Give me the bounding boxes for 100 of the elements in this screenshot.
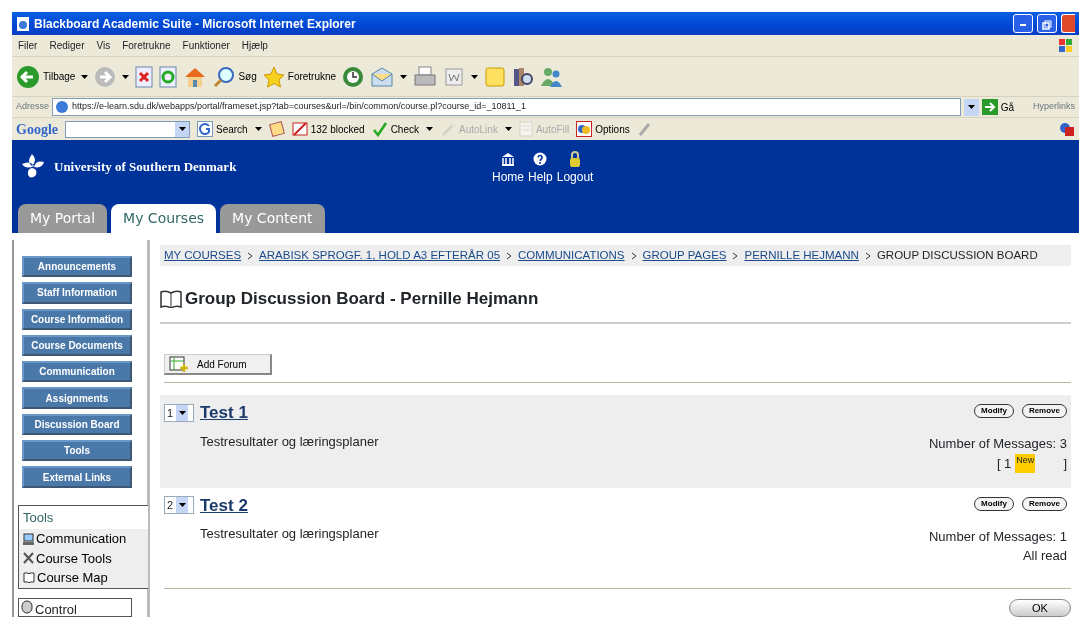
nav-button[interactable]: External Links [22, 466, 132, 488]
refresh-icon [159, 65, 178, 88]
toolbar-button[interactable]: 132 blocked [291, 121, 365, 137]
pen-icon [636, 121, 651, 137]
spell-check-icon [371, 121, 388, 137]
word-document-icon [443, 65, 466, 88]
caret-icon [504, 127, 512, 131]
search-icon [213, 65, 236, 88]
nav-button[interactable]: Assignments [22, 387, 132, 409]
tools-heading: Tools [19, 505, 148, 530]
closing-bracket: ] [1063, 454, 1067, 473]
forum-title-link[interactable]: Test 2 [200, 492, 248, 519]
menu-item[interactable]: Hjælp [241, 38, 268, 53]
google-logo[interactable]: Google [16, 118, 58, 140]
window-title: Blackboard Academic Suite - Microsoft Internet Explorer [34, 15, 357, 33]
forum-description: Testresultater og læringsplaner [200, 525, 380, 544]
chevron-icon [506, 251, 513, 260]
go-button[interactable]: Gå [981, 99, 1014, 115]
breadcrumb-current: GROUP DISCUSSION BOARD [876, 248, 1038, 263]
toolbar-button[interactable]: Tilbage [16, 64, 76, 89]
toolbar-dropdown[interactable] [122, 74, 130, 79]
new-badge: New [1015, 453, 1036, 474]
nav-button[interactable]: Communication [22, 361, 132, 383]
add-forum-button[interactable]: Add Forum [164, 353, 272, 376]
breadcrumb-link[interactable]: COMMUNICATIONS [518, 247, 625, 265]
nav-button[interactable]: Course Documents [22, 334, 132, 357]
position-select[interactable]: 1 [164, 404, 194, 423]
menu-item[interactable]: Funktioner [182, 38, 230, 53]
remove-button[interactable]: Remove [1021, 404, 1067, 419]
caret-icon [254, 127, 262, 131]
remove-button[interactable]: Remove [1021, 496, 1067, 511]
header-link[interactable]: Home [492, 150, 524, 186]
toolbar-dropdown[interactable] [471, 74, 479, 79]
toolbar-button[interactable]: Search [197, 121, 248, 137]
address-label: Adresse [16, 100, 50, 114]
close-button[interactable] [1061, 14, 1075, 33]
ok-button[interactable]: OK [1009, 599, 1071, 617]
modify-button[interactable]: Modify [974, 404, 1014, 419]
toolbar-button[interactable]: Søg [213, 65, 257, 88]
breadcrumb-link[interactable]: ARABISK SPROGF. 1, HOLD A3 EFTERÅR 05 [259, 247, 501, 265]
address-dropdown[interactable] [963, 98, 979, 116]
restore-button[interactable] [1037, 14, 1057, 33]
google-search-field[interactable] [65, 120, 190, 138]
breadcrumb-link[interactable]: MY COURSES [164, 247, 242, 265]
toolbar-button[interactable] [342, 65, 365, 88]
menu-item[interactable]: Rediger [49, 38, 85, 53]
windows-logo-icon [1059, 38, 1073, 53]
toolbar-button[interactable] [268, 121, 285, 137]
toolbar-button[interactable]: Foretrukne [262, 65, 337, 88]
links-label[interactable]: Hyperlinks [1033, 100, 1075, 114]
tool-link[interactable]: Course Map [19, 568, 148, 588]
page-icon [55, 100, 70, 114]
note-icon [484, 65, 507, 88]
modify-button[interactable]: Modify [974, 496, 1014, 511]
chevron-icon [247, 251, 254, 260]
caret-icon [400, 74, 408, 79]
caret-icon [178, 411, 186, 416]
menu-item[interactable]: Vis [96, 38, 111, 53]
tool-link[interactable]: Course Tools [19, 548, 148, 569]
arrow-icon [981, 99, 998, 115]
tools-icon [23, 552, 34, 565]
books-icon [512, 65, 535, 88]
toolbar-dropdown[interactable] [426, 127, 433, 131]
tab[interactable]: My Courses [111, 204, 217, 233]
control-panel-button[interactable]: Control [18, 597, 132, 617]
stop-icon [135, 65, 154, 88]
control-icon [21, 599, 33, 614]
tool-link[interactable]: Communication [19, 529, 148, 549]
minimize-button[interactable] [1013, 14, 1033, 33]
caret-icon [967, 105, 975, 109]
chevron-icon [630, 251, 637, 260]
mail-icon [370, 65, 395, 88]
restore-icon [1042, 19, 1052, 30]
news-icon [268, 121, 285, 137]
add-table-icon [169, 356, 189, 373]
address-field[interactable]: https://e-learn.sdu.dk/webapps/portal/frameset.jsp?tab=courses&url=/bin/common/course.pl?course_id=_10811_1 [52, 98, 961, 116]
toolbar-button[interactable] [512, 65, 535, 88]
toolbar-dropdown[interactable] [400, 74, 408, 79]
nav-button[interactable]: Tools [22, 440, 132, 462]
nav-button[interactable]: Announcements [22, 256, 132, 278]
menu-item[interactable]: Foretrukne [122, 38, 171, 53]
toolbar-button[interactable]: Options [576, 121, 630, 137]
toolbar-dropdown[interactable] [254, 127, 262, 131]
toolbar-dropdown[interactable] [81, 74, 89, 79]
options-icon [576, 121, 593, 137]
header-link[interactable]: Help [528, 150, 553, 186]
header-link[interactable]: Logout [556, 150, 594, 186]
breadcrumb-link[interactable]: GROUP PAGES [642, 247, 727, 265]
unread-count: [ 1 [996, 454, 1012, 473]
toolbar-button[interactable]: Check [371, 121, 419, 137]
nav-button[interactable]: Staff Information [22, 282, 132, 304]
nav-button[interactable]: Discussion Board [22, 413, 132, 436]
position-select[interactable]: 2 [164, 496, 194, 515]
nav-button[interactable]: Course Information [22, 308, 132, 330]
forum-title-link[interactable]: Test 1 [200, 400, 248, 426]
breadcrumb-link[interactable]: PERNILLE HEJMANN [744, 247, 859, 265]
toolbar-button[interactable] [135, 65, 154, 88]
history-icon [342, 65, 365, 88]
menu-item[interactable]: Filer [18, 38, 38, 53]
padlock-icon [569, 150, 582, 168]
